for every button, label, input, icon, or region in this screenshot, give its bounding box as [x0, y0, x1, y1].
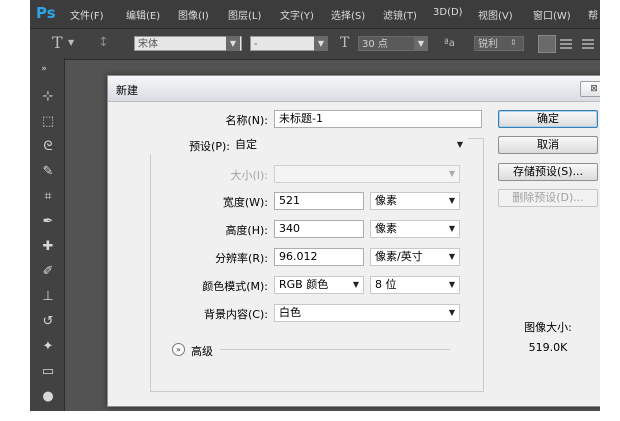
height-unit-chevron-icon: ▼: [448, 224, 455, 233]
close-icon[interactable]: ⊠: [580, 81, 600, 97]
dialog-titlebar[interactable]: 新建 ⊠: [108, 76, 600, 102]
delete-preset-button: 删除预设(D)...: [498, 189, 598, 207]
menu-window[interactable]: 窗口(W): [533, 7, 571, 22]
height-field[interactable]: 340: [274, 220, 364, 238]
move-tool-icon[interactable]: ⊹: [38, 88, 58, 106]
menu-select[interactable]: 选择(S): [331, 7, 365, 22]
menu-type[interactable]: 文字(Y): [280, 7, 314, 22]
bit-depth-chevron-icon: ▼: [448, 280, 455, 289]
advanced-label[interactable]: 高级: [191, 343, 213, 359]
font-size-chevron-icon[interactable]: ▼: [414, 36, 428, 51]
preset-value: 自定: [235, 138, 257, 151]
brush-tool-icon[interactable]: ✐: [38, 263, 58, 281]
dialog-title: 新建: [116, 84, 138, 97]
size-chevron-icon: ▼: [448, 169, 455, 178]
resolution-unit-value: 像素/英寸: [375, 250, 423, 263]
options-bar: T ▼ ↕ 宋体 ▼ - ▼ T 30 点 ▼ ªa 锐利 ⇕: [30, 28, 600, 60]
color-mode-select[interactable]: RGB 颜色 ▼: [274, 276, 364, 294]
background-select[interactable]: 白色 ▼: [274, 304, 460, 322]
height-unit-value: 像素: [375, 222, 397, 235]
color-mode-label: 颜色模式(M):: [202, 280, 268, 293]
width-unit-value: 像素: [375, 194, 397, 207]
background-value: 白色: [279, 306, 301, 319]
tool-preset-chevron-icon[interactable]: ▼: [68, 38, 74, 47]
photoshop-window: Ps 文件(F) 编辑(E) 图像(I) 图层(L) 文字(Y) 选择(S) 滤…: [30, 0, 600, 411]
name-label: 名称(N):: [225, 114, 268, 127]
ok-button[interactable]: 确定: [498, 110, 598, 128]
menu-filter[interactable]: 滤镜(T): [383, 7, 417, 22]
align-center-icon[interactable]: [560, 39, 572, 41]
resolution-unit-select[interactable]: 像素/英寸 ▼: [370, 248, 460, 266]
name-field[interactable]: 未标题-1: [274, 110, 482, 128]
preset-select[interactable]: 自定 ▼: [230, 136, 468, 154]
antialias-chevron-icon[interactable]: ⇕: [510, 38, 517, 47]
preset-chevron-icon: ▼: [456, 140, 463, 149]
advanced-toggle-icon[interactable]: »: [172, 343, 185, 356]
preset-label: 预设(P):: [148, 138, 230, 154]
new-document-dialog: 新建 ⊠ 名称(N): 未标题-1 预设(P): 自定 ▼ 大小(I): ▼ 宽度…: [107, 75, 600, 407]
panel-collapse-icon[interactable]: »: [34, 60, 54, 78]
crop-tool-icon[interactable]: ⌗: [38, 188, 58, 206]
size-select: ▼: [274, 165, 460, 183]
resolution-field[interactable]: 96.012: [274, 248, 364, 266]
height-label: 高度(H):: [225, 224, 268, 237]
blur-tool-icon[interactable]: ●: [38, 388, 58, 406]
height-unit-select[interactable]: 像素 ▼: [370, 220, 460, 238]
antialias-icon: ªa: [444, 38, 455, 49]
menu-view[interactable]: 视图(V): [478, 7, 513, 22]
image-size-label: 图像大小:: [524, 321, 572, 334]
menu-file[interactable]: 文件(F): [70, 7, 104, 22]
eraser-tool-icon[interactable]: ✦: [38, 338, 58, 356]
width-field[interactable]: 521: [274, 192, 364, 210]
image-size-value: 519.0K: [528, 341, 568, 354]
resolution-label: 分辨率(R):: [215, 252, 268, 265]
save-preset-button[interactable]: 存储预设(S)...: [498, 163, 598, 181]
tools-panel: » ⊹ ⬚ ᘓ ✎ ⌗ ✒ ✚ ✐ ⊥ ↺ ✦ ▭ ●: [30, 58, 65, 411]
resolution-unit-chevron-icon: ▼: [448, 252, 455, 261]
menu-edit[interactable]: 编辑(E): [126, 7, 160, 22]
orientation-toggle-icon[interactable]: ↕: [98, 35, 109, 50]
align-left-icon[interactable]: [538, 35, 556, 53]
font-size-icon: T: [340, 35, 350, 51]
width-label: 宽度(W):: [222, 196, 268, 209]
quick-select-tool-icon[interactable]: ✎: [38, 163, 58, 181]
menu-help[interactable]: 帮: [588, 7, 598, 22]
font-family-chevron-icon[interactable]: ▼: [226, 36, 240, 51]
cancel-button[interactable]: 取消: [498, 136, 598, 154]
marquee-tool-icon[interactable]: ⬚: [38, 113, 58, 131]
size-label: 大小(I):: [230, 169, 268, 182]
color-mode-value: RGB 颜色: [279, 278, 329, 291]
healing-brush-tool-icon[interactable]: ✚: [38, 238, 58, 256]
width-unit-chevron-icon: ▼: [448, 196, 455, 205]
gradient-tool-icon[interactable]: ▭: [38, 363, 58, 381]
ps-logo: Ps: [36, 4, 56, 22]
advanced-divider: [220, 349, 450, 350]
menu-layer[interactable]: 图层(L): [228, 7, 261, 22]
history-brush-tool-icon[interactable]: ↺: [38, 313, 58, 331]
type-tool-icon[interactable]: T: [52, 33, 63, 52]
eyedropper-tool-icon[interactable]: ✒: [38, 213, 58, 231]
align-right-icon[interactable]: [582, 39, 594, 41]
clone-stamp-tool-icon[interactable]: ⊥: [38, 288, 58, 306]
bit-depth-value: 8 位: [375, 278, 397, 291]
background-label: 背景内容(C):: [204, 308, 268, 321]
color-mode-chevron-icon: ▼: [352, 280, 359, 289]
font-style-chevron-icon[interactable]: ▼: [314, 36, 328, 51]
menu-image[interactable]: 图像(I): [178, 7, 209, 22]
width-unit-select[interactable]: 像素 ▼: [370, 192, 460, 210]
lasso-tool-icon[interactable]: ᘓ: [38, 138, 58, 156]
background-chevron-icon: ▼: [448, 308, 455, 317]
bit-depth-select[interactable]: 8 位 ▼: [370, 276, 460, 294]
menu-3d[interactable]: 3D(D): [433, 7, 463, 18]
menu-bar: Ps 文件(F) 编辑(E) 图像(I) 图层(L) 文字(Y) 选择(S) 滤…: [30, 0, 600, 28]
